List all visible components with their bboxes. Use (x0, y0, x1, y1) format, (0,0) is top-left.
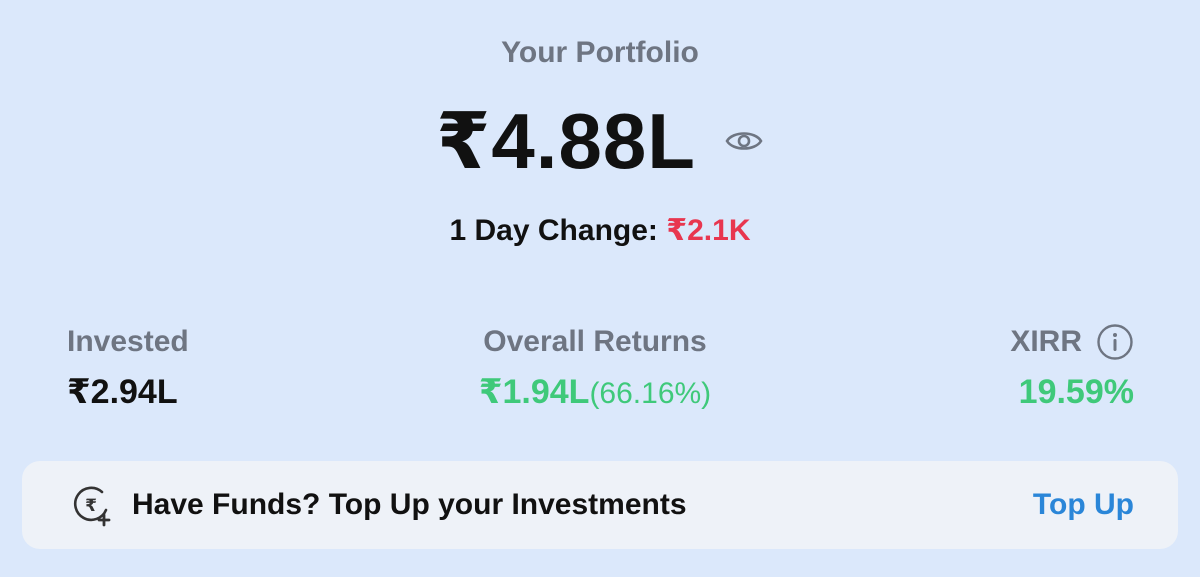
xirr-value: 19.59% (1018, 373, 1134, 411)
portfolio-value: ₹4.88L (436, 97, 696, 185)
xirr-stat: XIRR 19.59% (1010, 322, 1134, 414)
portfolio-value-row: ₹4.88L (0, 96, 1200, 186)
rupee-plus-icon: ₹ (68, 482, 114, 528)
returns-value-row: ₹1.94L(66.16%) (400, 370, 790, 416)
day-change-label: 1 Day Change: (449, 214, 667, 247)
invested-value: ₹2.94L (67, 373, 178, 411)
returns-stat: Overall Returns ₹1.94L(66.16%) (400, 322, 790, 416)
eye-icon[interactable] (724, 121, 764, 161)
invested-label: Invested (67, 325, 189, 358)
topup-message: Have Funds? Top Up your Investments (132, 488, 687, 521)
portfolio-title: Your Portfolio (501, 36, 699, 69)
svg-text:₹: ₹ (85, 496, 97, 516)
xirr-label-row: XIRR (1010, 322, 1134, 362)
topup-card: ₹ Have Funds? Top Up your Investments To… (22, 461, 1178, 549)
info-icon[interactable] (1096, 323, 1134, 361)
invested-stat: Invested ₹2.94L (67, 322, 189, 414)
xirr-label: XIRR (1010, 325, 1082, 358)
returns-value: ₹1.94L (478, 373, 590, 411)
returns-label: Overall Returns (483, 325, 707, 358)
day-change-value: ₹2.1K (666, 214, 751, 247)
topup-button[interactable]: Top Up (1033, 488, 1134, 522)
returns-percent: (66.16%) (589, 377, 712, 410)
day-change: 1 Day Change: ₹2.1K (0, 213, 1200, 248)
